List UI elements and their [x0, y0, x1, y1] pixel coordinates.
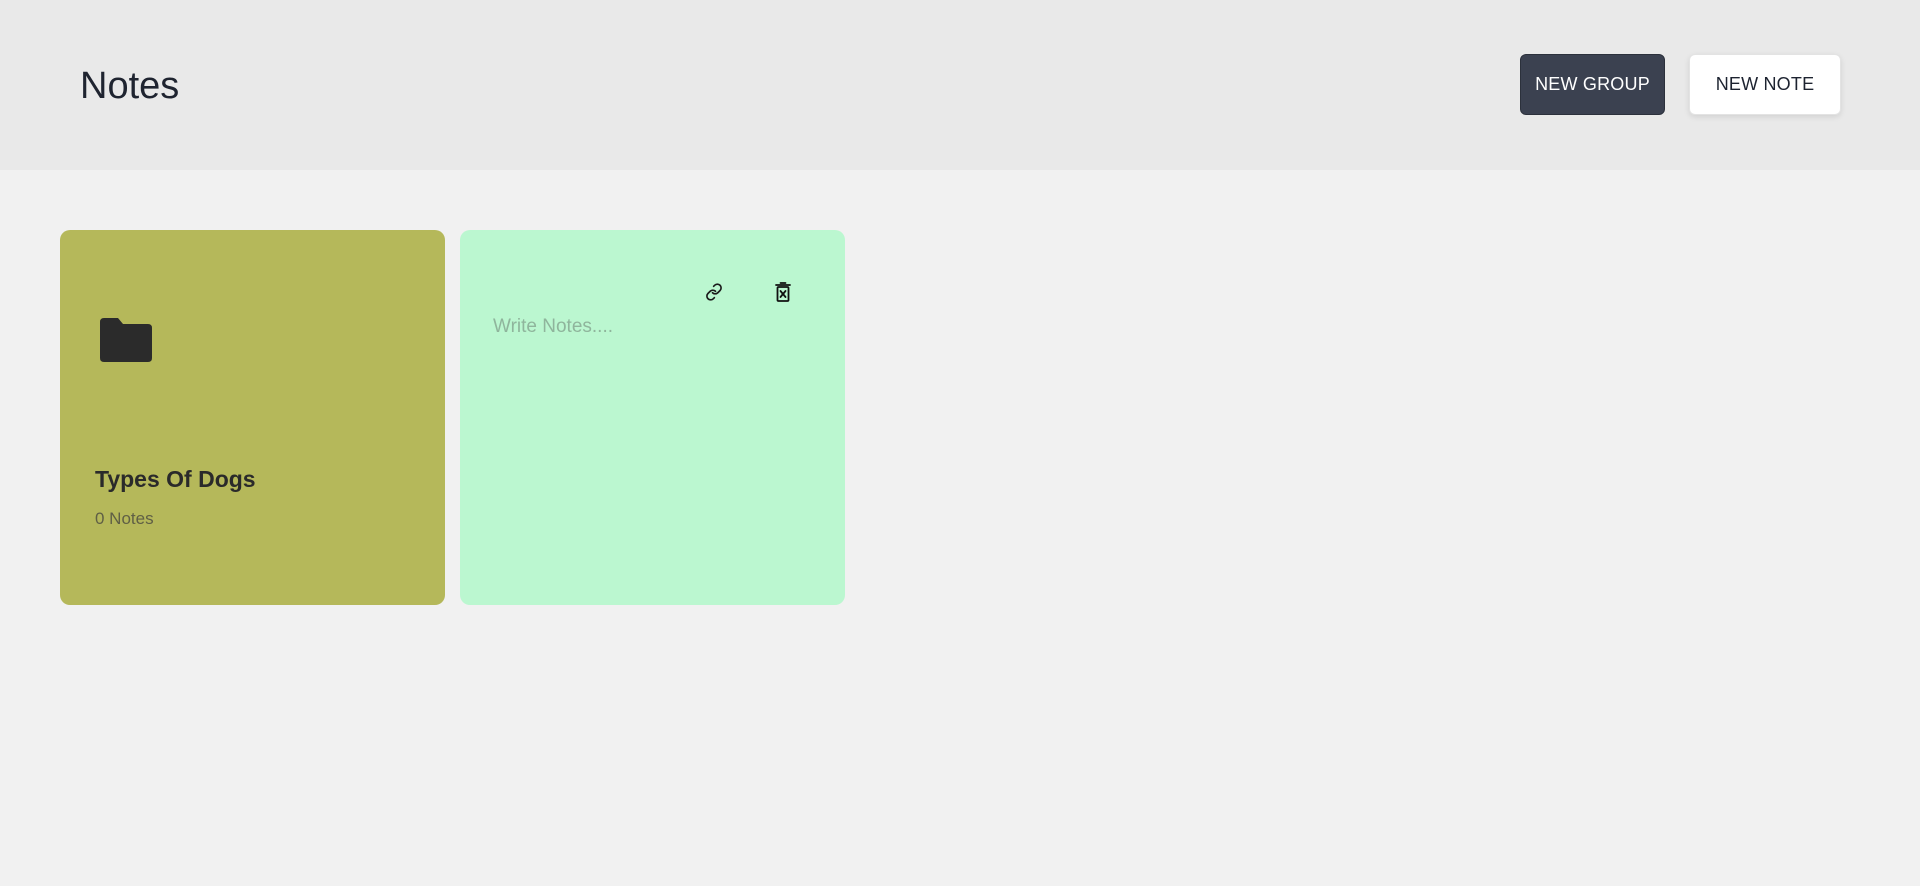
folder-icon: [100, 318, 152, 362]
group-name: Types Of Dogs: [95, 466, 256, 492]
group-card[interactable]: Types Of Dogs 0 Notes: [60, 230, 445, 605]
page-title: Notes: [80, 65, 180, 107]
new-group-button[interactable]: NEW GROUP: [1520, 54, 1665, 115]
header: Notes NEW GROUP NEW NOTE: [0, 0, 1920, 170]
link-icon[interactable]: [700, 278, 728, 306]
note-card: [460, 230, 845, 605]
delete-icon[interactable]: [769, 278, 797, 306]
new-note-button[interactable]: NEW NOTE: [1689, 54, 1841, 115]
note-text-input[interactable]: [493, 316, 813, 576]
group-note-count: 0 Notes: [95, 509, 154, 528]
